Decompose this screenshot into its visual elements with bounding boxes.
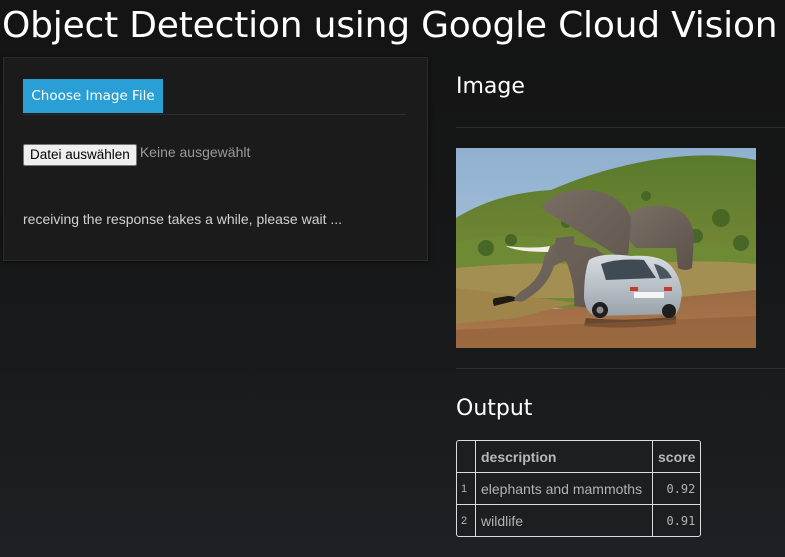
file-choose-button[interactable]: Datei auswählen [23, 144, 137, 166]
row-index: 2 [457, 505, 476, 536]
column-header-description: description [476, 441, 653, 473]
row-description: wildlife [476, 505, 653, 536]
table-row: 1 elephants and mammoths 0.92 [457, 473, 701, 505]
file-input-panel: Choose Image File Datei auswählen Keine a… [3, 57, 428, 261]
row-score: 0.92 [653, 473, 701, 505]
wait-message: receiving the response takes a while, pl… [23, 211, 343, 227]
file-input: Datei auswählen Keine ausgewählt [23, 144, 250, 166]
column-header-score: score [653, 441, 701, 473]
row-score: 0.91 [666, 513, 696, 528]
table-row: 2 wildlife 0.91 [457, 505, 700, 536]
tab-divider [23, 114, 406, 115]
image-heading-divider [456, 127, 785, 128]
row-description: elephants and mammoths [476, 473, 653, 505]
file-status-text: Keine ausgewählt [139, 144, 251, 160]
row-index: 1 [457, 473, 476, 505]
elephant-car-photo [456, 148, 756, 348]
table-header-row: description score [457, 441, 701, 473]
image-section-divider [456, 368, 785, 369]
output-table: description score 1 elephants and mammot… [456, 440, 702, 537]
output-heading: Output [456, 396, 533, 421]
page-title: Object Detection using Google Cloud Visi… [2, 5, 778, 46]
image-heading: Image [456, 74, 525, 99]
column-header-index [457, 441, 476, 473]
choose-image-file-tab[interactable]: Choose Image File [23, 79, 163, 113]
